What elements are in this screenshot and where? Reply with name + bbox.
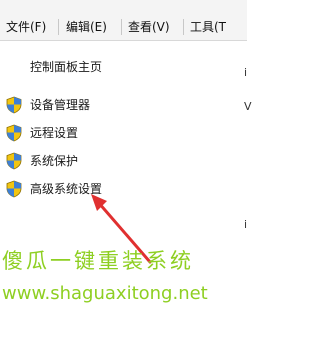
menu-edit[interactable]: 编辑(E) <box>66 20 107 34</box>
sidebar-item-remote-settings[interactable]: 远程设置 <box>6 124 156 142</box>
menu-bar: 文件(F) 编辑(E) 查看(V) 工具(T <box>0 0 247 41</box>
clipped-text: V <box>244 100 252 113</box>
shield-icon <box>6 152 22 170</box>
menu-separator <box>121 19 122 35</box>
sidebar-item-label: 设备管理器 <box>30 98 91 112</box>
main-content-edge: i V i <box>232 41 252 281</box>
watermark-title: 傻瓜一键重装系统 <box>2 249 194 273</box>
sidebar-item-system-protection[interactable]: 系统保护 <box>6 152 156 170</box>
watermark-url: www.shaguaxitong.net <box>2 283 208 304</box>
sidebar-item-label: 高级系统设置 <box>30 182 103 196</box>
sidebar-item-advanced-system-settings[interactable]: 高级系统设置 <box>6 180 156 198</box>
clipped-text: i <box>244 66 248 79</box>
shield-icon <box>6 124 22 142</box>
menu-file[interactable]: 文件(F) <box>6 20 46 34</box>
clipped-text: i <box>244 218 248 231</box>
menu-separator <box>183 19 184 35</box>
sidebar-item-device-manager[interactable]: 设备管理器 <box>6 96 156 114</box>
sidebar-item-label: 远程设置 <box>30 126 79 140</box>
sidebar-item-label: 系统保护 <box>30 154 79 168</box>
menu-separator <box>58 19 59 35</box>
shield-icon <box>6 96 22 114</box>
menu-view[interactable]: 查看(V) <box>128 20 170 34</box>
shield-icon <box>6 180 22 198</box>
menu-tools[interactable]: 工具(T <box>190 20 226 34</box>
control-panel-home-link[interactable]: 控制面板主页 <box>30 60 102 74</box>
